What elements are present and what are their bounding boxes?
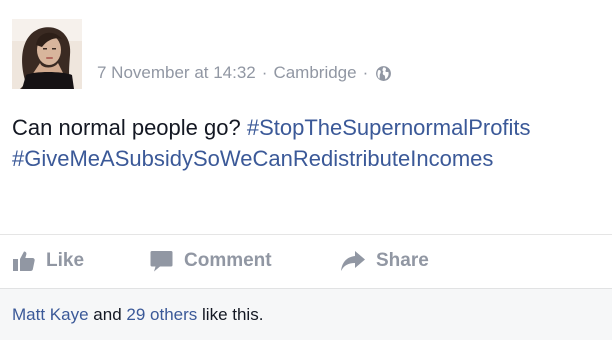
avatar[interactable] (12, 19, 82, 89)
comment-button[interactable]: Comment (150, 236, 272, 286)
meta-separator: · (261, 63, 268, 82)
comment-label: Comment (184, 250, 272, 271)
likes-summary: Matt Kaye and 29 others like this. (0, 288, 612, 340)
likes-conjunction: and (93, 304, 122, 324)
globe-icon[interactable] (375, 65, 392, 82)
hashtag-link[interactable]: #StopTheSupernormalProfits (247, 115, 531, 140)
thumbs-up-icon (13, 251, 35, 271)
meta-separator: · (362, 63, 369, 82)
like-label: Like (46, 250, 85, 271)
like-button[interactable]: Like (12, 236, 84, 286)
hashtag-link[interactable]: #GiveMeASubsidySoWeCanRedistributeIncome… (12, 146, 493, 171)
share-button[interactable]: Share (340, 236, 429, 286)
post-message-text: Can normal people go? (12, 115, 241, 140)
others-liked-link[interactable]: 29 others (126, 305, 197, 325)
post-message: Can normal people go? #StopTheSupernorma… (12, 112, 607, 174)
share-label: Share (376, 250, 429, 271)
comment-bubble-icon (150, 251, 173, 272)
actions-divider (0, 234, 612, 235)
liker-name-link[interactable]: Matt Kaye (12, 305, 89, 325)
profile-photo (12, 19, 82, 89)
location-link[interactable]: Cambridge (273, 63, 356, 83)
post-meta: 7 November at 14:32 · Cambridge · (97, 62, 392, 84)
post-timestamp-link[interactable]: 7 November at 14:32 (97, 63, 256, 83)
post-action-bar: Like Comment Share (0, 236, 612, 286)
facebook-post: 7 November at 14:32 · Cambridge · Can no… (0, 0, 612, 340)
likes-suffix: like this. (202, 304, 264, 324)
share-arrow-icon (341, 251, 365, 271)
